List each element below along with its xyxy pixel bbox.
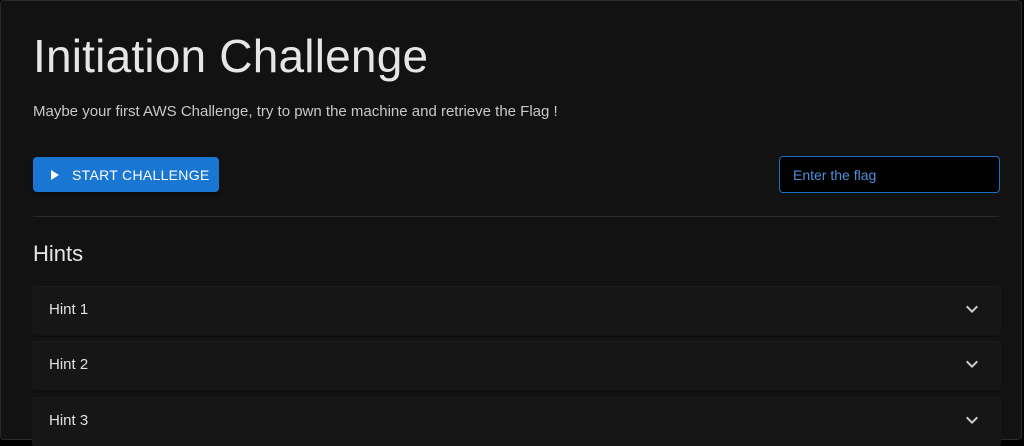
play-icon	[51, 169, 59, 180]
start-challenge-button[interactable]: START CHALLENGE	[33, 157, 219, 192]
chevron-down-icon	[966, 416, 978, 424]
challenge-card: Initiation Challenge Maybe your first AW…	[0, 0, 1022, 446]
start-challenge-label: START CHALLENGE	[72, 166, 210, 183]
hint-3-label: Hint 3	[49, 412, 89, 429]
page-title: Initiation Challenge	[33, 30, 429, 82]
chevron-down-icon	[966, 360, 978, 368]
hint-2-accordion[interactable]: Hint 2	[33, 342, 1000, 390]
hint-2-label: Hint 2	[49, 356, 89, 373]
hint-1-label: Hint 1	[49, 301, 89, 318]
hint-3-accordion[interactable]: Hint 3	[33, 398, 1000, 446]
hints-heading: Hints	[33, 241, 84, 266]
chevron-down-icon	[966, 305, 978, 313]
flag-input[interactable]	[779, 156, 1000, 193]
section-divider	[33, 216, 999, 217]
challenge-description: Maybe your first AWS Challenge, try to p…	[33, 103, 558, 120]
hint-1-accordion[interactable]: Hint 1	[33, 287, 1000, 335]
